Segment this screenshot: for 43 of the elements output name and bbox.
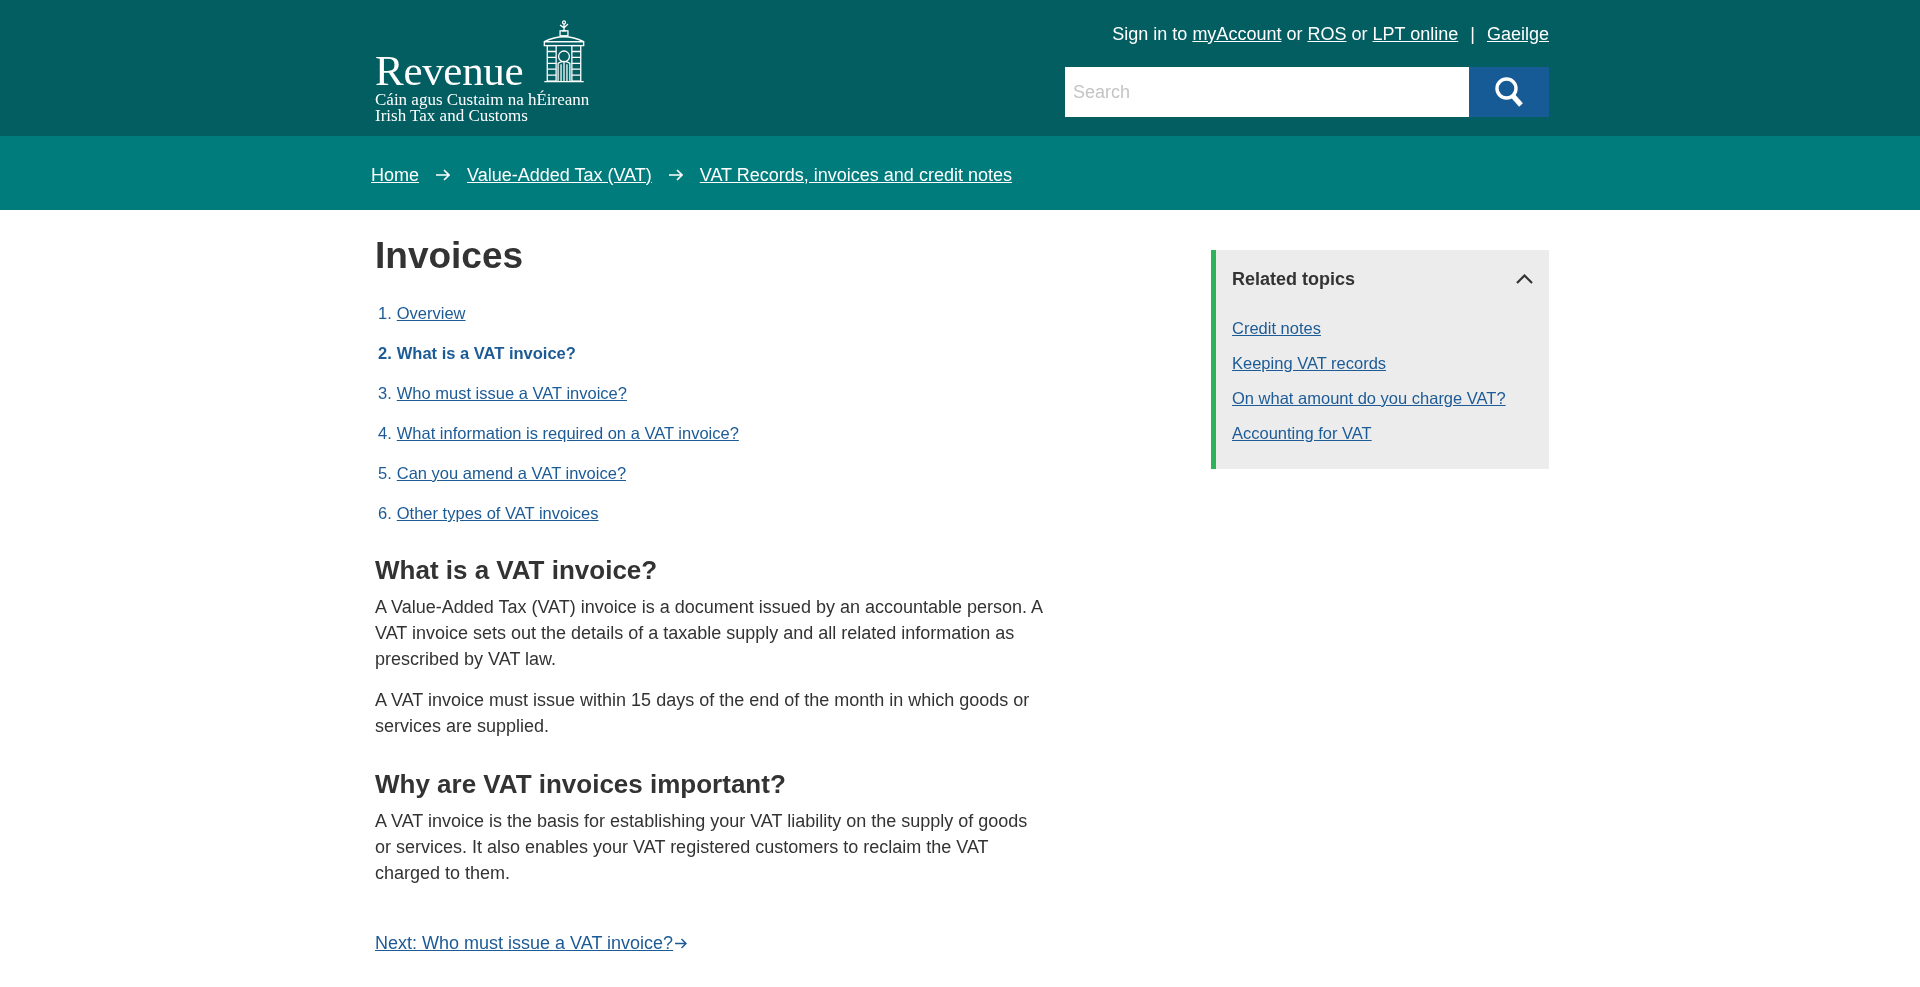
breadcrumb-link[interactable]: VAT Records, invoices and credit notes [699, 164, 1012, 186]
section-heading: Why are VAT invoices important? [375, 768, 787, 801]
related-topics-toggle[interactable]: Related topics [1232, 266, 1533, 292]
sign-in-text: Sign in to myAccount or ROS or LPT online [1112, 23, 1459, 46]
breadcrumb-link[interactable]: Home [371, 164, 419, 186]
archway-icon [543, 20, 586, 83]
search-icon [1495, 77, 1523, 107]
toc-current-item: What is a VAT invoice? [396, 343, 576, 364]
logo-tagline: Cáin agus Custaim na hÉireann [375, 92, 590, 108]
sign-in-link[interactable]: myAccount [1192, 24, 1282, 44]
toc-number: 4. [378, 423, 392, 444]
toc-number: 2. [378, 343, 392, 364]
language-link[interactable]: Gaeilge [1486, 22, 1549, 46]
related-topic-link[interactable]: Accounting for VAT [1232, 424, 1372, 442]
search-button[interactable] [1469, 67, 1549, 117]
toc-link[interactable]: Who must issue a VAT invoice? [396, 381, 627, 405]
breadcrumb-link[interactable]: Value-Added Tax (VAT) [467, 164, 652, 186]
toc-number: 1. [378, 303, 392, 324]
search-field[interactable]: Search [1065, 67, 1469, 117]
related-topic-link[interactable]: Credit notes [1232, 319, 1321, 337]
toc-number: 5. [378, 463, 392, 484]
body-paragraph: A VAT invoice is the basis for establishing your VAT liability on the supply of goods or services. It also enables your VAT registered customers to reclaim the VAT charged to them. [375, 810, 1029, 885]
toc-link[interactable]: Overview [396, 301, 466, 325]
link-separator: | [1470, 23, 1475, 46]
toc-number: 6. [378, 503, 392, 524]
body-paragraph: A VAT invoice must issue within 15 days of the end of the month in which goods or services are supplied. [375, 689, 1031, 738]
toc-link[interactable]: Can you amend a VAT invoice? [396, 461, 627, 485]
toc-link[interactable]: Other types of VAT invoices [396, 501, 599, 525]
arrow-right-icon [436, 169, 450, 181]
sign-in-link[interactable]: ROS [1307, 24, 1347, 44]
related-topic-link[interactable]: On what amount do you charge VAT? [1232, 389, 1506, 407]
arrow-right-icon [668, 169, 683, 181]
related-topic-link[interactable]: Keeping VAT records [1232, 354, 1387, 372]
logo-wordmark[interactable]: Revenue [375, 49, 524, 92]
arrow-right-icon [675, 937, 688, 949]
body-paragraph: A Value-Added Tax (VAT) invoice is a document issued by an accountable person. A VAT invoice sets out the details of a taxable supply and all related information as prescribed by VAT law. [375, 596, 1044, 671]
section-heading: What is a VAT invoice? [375, 554, 659, 587]
logo-tagline: Irish Tax and Customs [375, 108, 528, 124]
next-page-link[interactable]: Next: Who must issue a VAT invoice? [375, 930, 688, 956]
page-title: Invoices [375, 234, 525, 278]
toc-number: 3. [378, 383, 392, 404]
toc-link[interactable]: What information is required on a VAT invoice? [396, 421, 739, 445]
sign-in-link[interactable]: LPT online [1372, 24, 1459, 44]
